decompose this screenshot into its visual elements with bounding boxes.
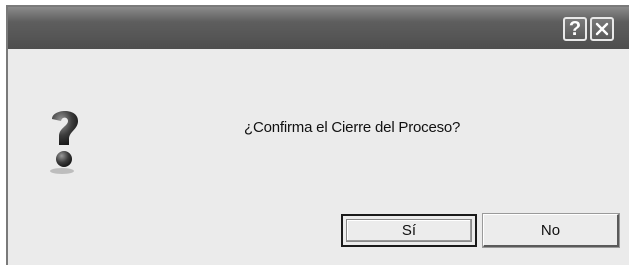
question-icon xyxy=(50,111,78,174)
question-mark-icon: ? xyxy=(568,18,582,40)
yes-button-label: Sí xyxy=(401,222,417,239)
close-button[interactable] xyxy=(590,17,614,41)
yes-button[interactable]: Sí xyxy=(341,214,477,247)
title-bar: ? xyxy=(8,7,629,49)
dialog-message: ¿Confirma el Cierre del Proceso? xyxy=(244,119,461,136)
no-button-label: No xyxy=(540,221,561,239)
help-button[interactable]: ? xyxy=(563,17,587,41)
confirm-dialog: ? ¿Confirma el Cierre del Proceso? Sí No xyxy=(6,5,629,265)
no-button[interactable]: No xyxy=(483,214,619,247)
close-icon xyxy=(595,22,609,36)
